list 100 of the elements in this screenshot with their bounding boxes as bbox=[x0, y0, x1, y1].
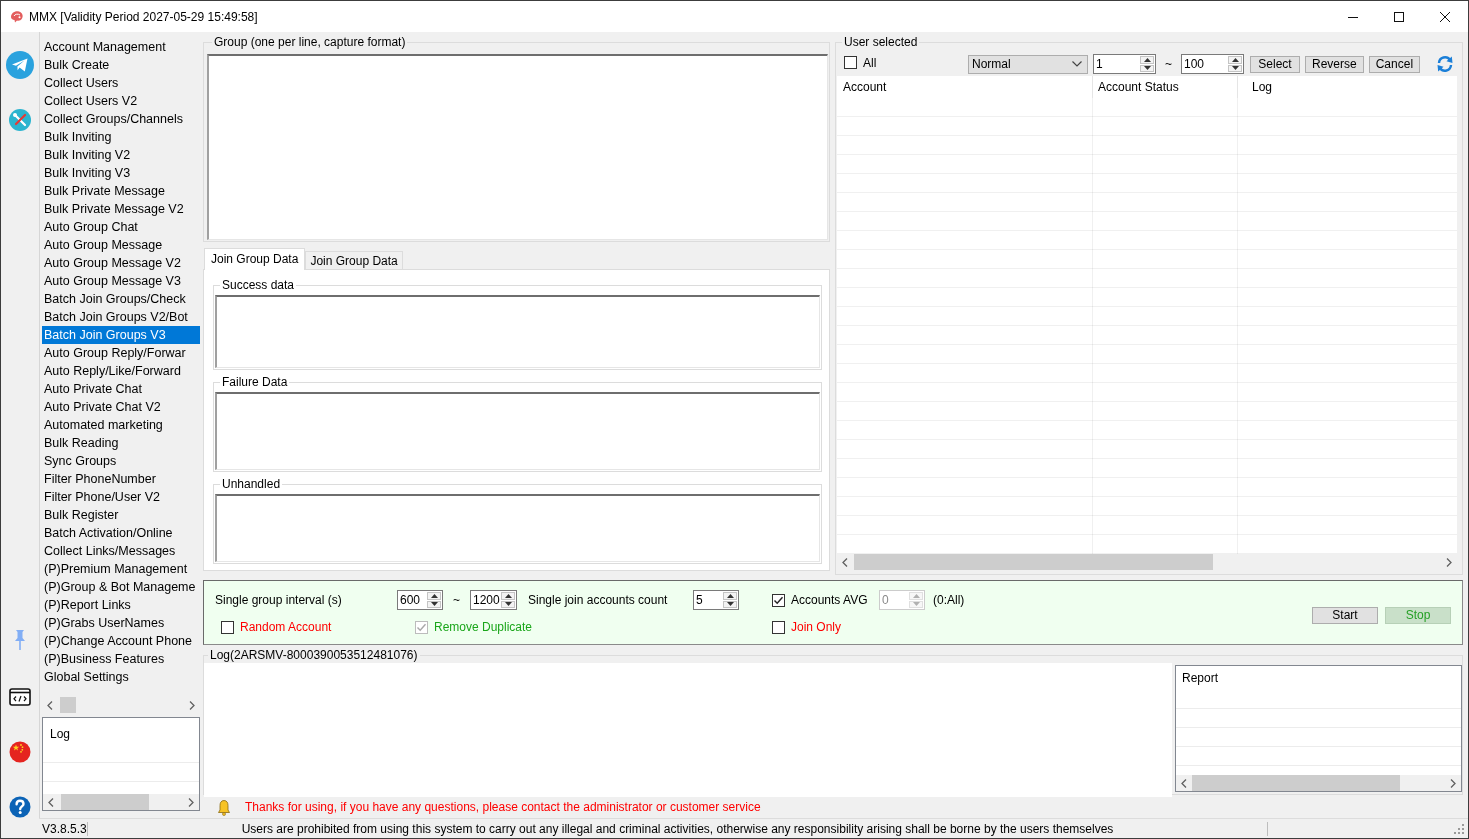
window-title: MMX [Validity Period 2027-05-29 15:49:58] bbox=[29, 9, 258, 24]
action-button[interactable]: Cancel bbox=[1368, 55, 1421, 73]
menu-item[interactable]: Account Management bbox=[42, 38, 200, 56]
horizontal-scrollbar[interactable] bbox=[43, 794, 199, 810]
refresh-icon[interactable] bbox=[1436, 55, 1454, 73]
horizontal-scrollbar[interactable] bbox=[1176, 775, 1461, 791]
menu-item[interactable]: Automated marketing bbox=[42, 416, 200, 434]
help-icon[interactable] bbox=[9, 796, 31, 818]
scroll-left-icon[interactable] bbox=[842, 557, 848, 567]
scroll-right-icon[interactable] bbox=[1446, 557, 1452, 567]
section-label: Group (one per line, capture format) bbox=[213, 35, 407, 49]
menu-item[interactable]: Batch Join Groups/Check bbox=[42, 290, 200, 308]
menu-item[interactable]: Bulk Create bbox=[42, 56, 200, 74]
range-separator: ~ bbox=[1164, 57, 1173, 71]
tools-icon[interactable] bbox=[9, 109, 31, 131]
menu-item[interactable]: Bulk Private Message bbox=[42, 182, 200, 200]
section-label: User selected bbox=[843, 35, 919, 49]
column-header[interactable]: Report bbox=[1182, 671, 1219, 685]
menu-item[interactable]: Batch Activation/Online bbox=[42, 524, 200, 542]
menu-item[interactable]: Bulk Reading bbox=[42, 434, 200, 452]
tab[interactable]: Join Group Data bbox=[204, 248, 306, 270]
checkbox-label: Join Only bbox=[791, 620, 842, 634]
group-input[interactable] bbox=[207, 54, 828, 240]
scroll-right-icon[interactable] bbox=[1450, 778, 1456, 788]
maximize-icon bbox=[1394, 11, 1404, 22]
menu-item[interactable]: Bulk Private Message V2 bbox=[42, 200, 200, 218]
menu-item[interactable]: Auto Group Chat bbox=[42, 218, 200, 236]
scrollbar-thumb[interactable] bbox=[854, 554, 1213, 570]
scrollbar-thumb[interactable] bbox=[60, 697, 76, 713]
menu-item[interactable]: Sync Groups bbox=[42, 452, 200, 470]
menu-item[interactable]: Auto Group Message V3 bbox=[42, 272, 200, 290]
menu-item[interactable]: Filter Phone/User V2 bbox=[42, 488, 200, 506]
section-label: Success data bbox=[221, 278, 296, 292]
scroll-left-icon[interactable] bbox=[47, 700, 53, 710]
paper-plane-icon[interactable] bbox=[6, 51, 34, 79]
menu-item[interactable]: (P)Premium Management bbox=[42, 560, 200, 578]
bell-icon bbox=[217, 798, 231, 816]
menu-item[interactable]: Bulk Inviting V3 bbox=[42, 164, 200, 182]
section-label: Unhandled bbox=[221, 477, 282, 491]
checkbox[interactable] bbox=[844, 56, 857, 70]
resize-grip-icon[interactable] bbox=[1453, 822, 1465, 835]
filter-dropdown[interactable]: Normal bbox=[968, 54, 1088, 74]
menu-item[interactable]: (P)Group & Bot Manageme bbox=[42, 578, 200, 596]
checkbox-label: Random Account bbox=[240, 620, 332, 634]
menu-item[interactable]: (P)Grabs UserNames bbox=[42, 614, 200, 632]
code-window-icon[interactable] bbox=[9, 688, 31, 706]
menu-item[interactable]: (P)Change Account Phone bbox=[42, 632, 200, 650]
menu-item[interactable]: Auto Private Chat V2 bbox=[42, 398, 200, 416]
scrollbar-thumb[interactable] bbox=[61, 794, 149, 810]
scroll-right-icon[interactable] bbox=[189, 700, 195, 710]
horizontal-scrollbar[interactable] bbox=[837, 554, 1457, 570]
notice-message: Thanks for using, if you have any questions, please contact the administrator or customer service bbox=[245, 800, 761, 814]
result-input[interactable] bbox=[215, 295, 820, 368]
menu-item[interactable]: Collect Users bbox=[42, 74, 200, 92]
caret-down-icon bbox=[1072, 61, 1082, 67]
menu-item[interactable]: Collect Links/Messages bbox=[42, 542, 200, 560]
column-header[interactable]: Log bbox=[50, 726, 71, 741]
column-header[interactable]: Account bbox=[843, 80, 887, 94]
action-button[interactable]: Start bbox=[1312, 607, 1378, 624]
menu-item[interactable]: Bulk Inviting V2 bbox=[42, 146, 200, 164]
checkbox[interactable] bbox=[221, 620, 234, 634]
menu-item[interactable]: Bulk Register bbox=[42, 506, 200, 524]
range-separator: ~ bbox=[453, 593, 460, 607]
result-input[interactable] bbox=[215, 494, 820, 562]
menu-item[interactable]: Auto Group Message V2 bbox=[42, 254, 200, 272]
checkbox[interactable] bbox=[772, 620, 785, 634]
section-label: Log(2ARSMV-8000390053512481076) bbox=[209, 648, 419, 662]
scrollbar-thumb[interactable] bbox=[1192, 775, 1400, 791]
checkbox-label: All bbox=[863, 55, 877, 70]
menu-item[interactable]: Collect Groups/Channels bbox=[42, 110, 200, 128]
menu-item[interactable]: Auto Reply/Like/Forward bbox=[42, 362, 200, 380]
result-input[interactable] bbox=[215, 392, 820, 470]
column-header[interactable]: Account Status bbox=[1098, 80, 1179, 94]
action-button[interactable]: Select bbox=[1250, 55, 1300, 73]
flag-ball-icon[interactable] bbox=[9, 741, 31, 763]
tab[interactable]: Join Group Data bbox=[305, 251, 403, 269]
menu-item[interactable]: Batch Join Groups V3 bbox=[42, 326, 200, 344]
menu-item[interactable]: Global Settings bbox=[42, 668, 200, 686]
checkbox[interactable] bbox=[772, 593, 785, 607]
menu-item[interactable]: Collect Users V2 bbox=[42, 92, 200, 110]
menu-item[interactable]: Auto Group Message bbox=[42, 236, 200, 254]
column-header[interactable]: Log bbox=[1252, 80, 1273, 94]
scroll-right-icon[interactable] bbox=[188, 797, 194, 807]
section-label: Failure Data bbox=[221, 375, 289, 389]
checkmark-icon bbox=[416, 621, 427, 633]
checkbox-label: Accounts AVG bbox=[791, 593, 868, 607]
menu-item[interactable]: Auto Private Chat bbox=[42, 380, 200, 398]
checkmark-icon bbox=[773, 594, 784, 606]
action-button[interactable]: Reverse bbox=[1305, 55, 1364, 73]
scroll-left-icon[interactable] bbox=[1181, 778, 1187, 788]
menu-item[interactable]: Auto Group Reply/Forwar bbox=[42, 344, 200, 362]
menu-item[interactable]: Bulk Inviting bbox=[42, 128, 200, 146]
menu-item[interactable]: Filter PhoneNumber bbox=[42, 470, 200, 488]
menu-item[interactable]: (P)Report Links bbox=[42, 596, 200, 614]
menu-item[interactable]: (P)Business Features bbox=[42, 650, 200, 668]
field-hint: (0:All) bbox=[933, 593, 965, 607]
version-label: V3.8.5.3 bbox=[42, 821, 87, 836]
checkbox-label: Remove Duplicate bbox=[434, 620, 533, 634]
scroll-left-icon[interactable] bbox=[48, 797, 54, 807]
menu-item[interactable]: Batch Join Groups V2/Bot bbox=[42, 308, 200, 326]
